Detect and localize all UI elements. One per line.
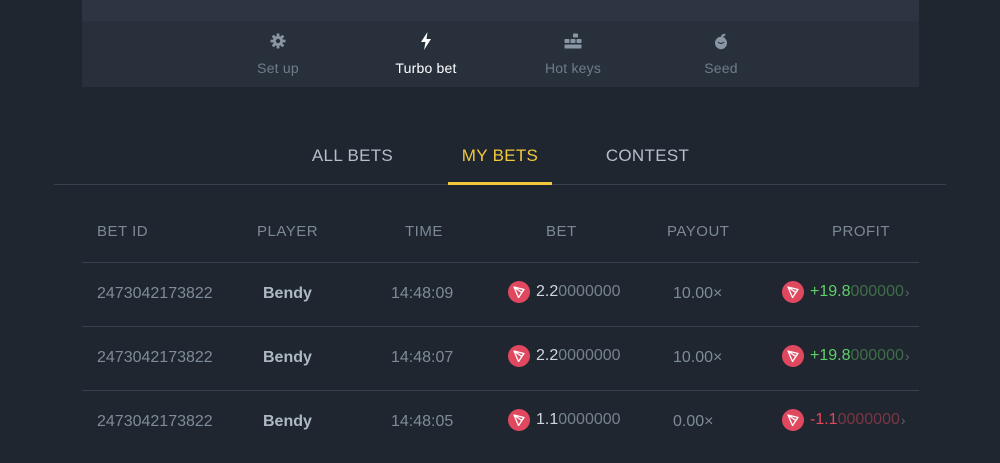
- bets-page: Set up Turbo bet Hot keys Seed ALL BETS …: [0, 0, 1000, 463]
- player-name[interactable]: Bendy: [263, 413, 312, 431]
- profit-amount-main: +19.8: [810, 347, 851, 364]
- bet-id[interactable]: 2473042173822: [97, 413, 213, 431]
- profit-amount-main: +19.8: [810, 283, 851, 300]
- profit-amount: -1.10000000 ›: [782, 409, 919, 431]
- bet-amount-main: 2.2: [536, 347, 559, 364]
- header-bet-id: BET ID: [97, 223, 149, 240]
- table-row[interactable]: 2473042173822 Bendy 14:48:09 2.20000000 …: [82, 262, 919, 326]
- tab-my-bets[interactable]: MY BETS: [448, 130, 552, 184]
- profit-amount-rest: 000000: [850, 347, 904, 364]
- bet-amount-rest: 0000000: [558, 283, 621, 300]
- header-time: TIME: [405, 223, 443, 240]
- player-name[interactable]: Bendy: [263, 285, 312, 303]
- table-row[interactable]: 2473042173822 Bendy 14:48:05 1.10000000 …: [82, 390, 919, 454]
- profit-amount: +19.8000000 ›: [782, 345, 919, 367]
- header-payout: PAYOUT: [667, 223, 730, 240]
- active-tab-indicator: [448, 182, 552, 185]
- profit-amount-rest: 0000000: [837, 411, 900, 428]
- lightning-icon: [420, 32, 432, 50]
- player-name[interactable]: Bendy: [263, 349, 312, 367]
- turbo-bet-label: Turbo bet: [395, 60, 457, 76]
- tron-coin-icon: [782, 345, 804, 367]
- setup-button[interactable]: Set up: [223, 21, 333, 87]
- bet-time: 14:48:09: [391, 285, 454, 302]
- seed-button[interactable]: Seed: [666, 21, 776, 87]
- profit-amount-main: -1.1: [810, 411, 838, 428]
- tron-coin-icon: [782, 409, 804, 431]
- gear-icon: [270, 32, 286, 50]
- bet-amount: 2.20000000: [508, 345, 621, 367]
- bet-amount: 1.10000000: [508, 409, 621, 431]
- chevron-right-icon: ›: [900, 412, 906, 428]
- seed-icon: [713, 32, 729, 50]
- hot-keys-label: Hot keys: [544, 60, 602, 76]
- bet-amount-main: 1.1: [536, 411, 559, 428]
- seed-label: Seed: [704, 60, 738, 76]
- tron-coin-icon: [782, 281, 804, 303]
- keyboard-icon: [564, 32, 582, 50]
- bet-time: 14:48:05: [391, 413, 454, 430]
- bet-id[interactable]: 2473042173822: [97, 285, 213, 303]
- chevron-right-icon: ›: [904, 284, 910, 300]
- bet-amount-main: 2.2: [536, 283, 559, 300]
- header-bet: BET: [546, 223, 577, 240]
- profit-amount-rest: 000000: [850, 283, 904, 300]
- bet-amount: 2.20000000: [508, 281, 621, 303]
- tab-all-bets[interactable]: ALL BETS: [290, 130, 415, 184]
- header-player: PLAYER: [257, 223, 319, 240]
- payout: 10.00×: [673, 349, 723, 366]
- setup-label: Set up: [257, 60, 299, 76]
- bet-id[interactable]: 2473042173822: [97, 349, 213, 367]
- tab-contest[interactable]: CONTEST: [590, 130, 705, 184]
- payout: 0.00×: [673, 413, 714, 430]
- turbo-bet-button[interactable]: Turbo bet: [371, 21, 481, 87]
- profit-amount: +19.8000000 ›: [782, 281, 919, 303]
- tron-coin-icon: [508, 409, 530, 431]
- table-row[interactable]: 2473042173822 Bendy 14:48:07 2.20000000 …: [82, 326, 919, 390]
- chevron-right-icon: ›: [904, 348, 910, 364]
- game-toolbar: Set up Turbo bet Hot keys Seed: [82, 21, 919, 87]
- tron-coin-icon: [508, 281, 530, 303]
- header-profit: PROFIT: [832, 223, 890, 240]
- hot-keys-button[interactable]: Hot keys: [518, 21, 628, 87]
- payout: 10.00×: [673, 285, 723, 302]
- tron-coin-icon: [508, 345, 530, 367]
- game-panel-bottom: [82, 0, 919, 21]
- bets-tabs: ALL BETS MY BETS CONTEST: [0, 130, 1000, 186]
- bet-amount-rest: 0000000: [558, 347, 621, 364]
- bet-amount-rest: 0000000: [558, 411, 621, 428]
- bet-time: 14:48:07: [391, 349, 454, 366]
- table-header: BET ID PLAYER TIME BET PAYOUT PROFIT: [82, 205, 919, 262]
